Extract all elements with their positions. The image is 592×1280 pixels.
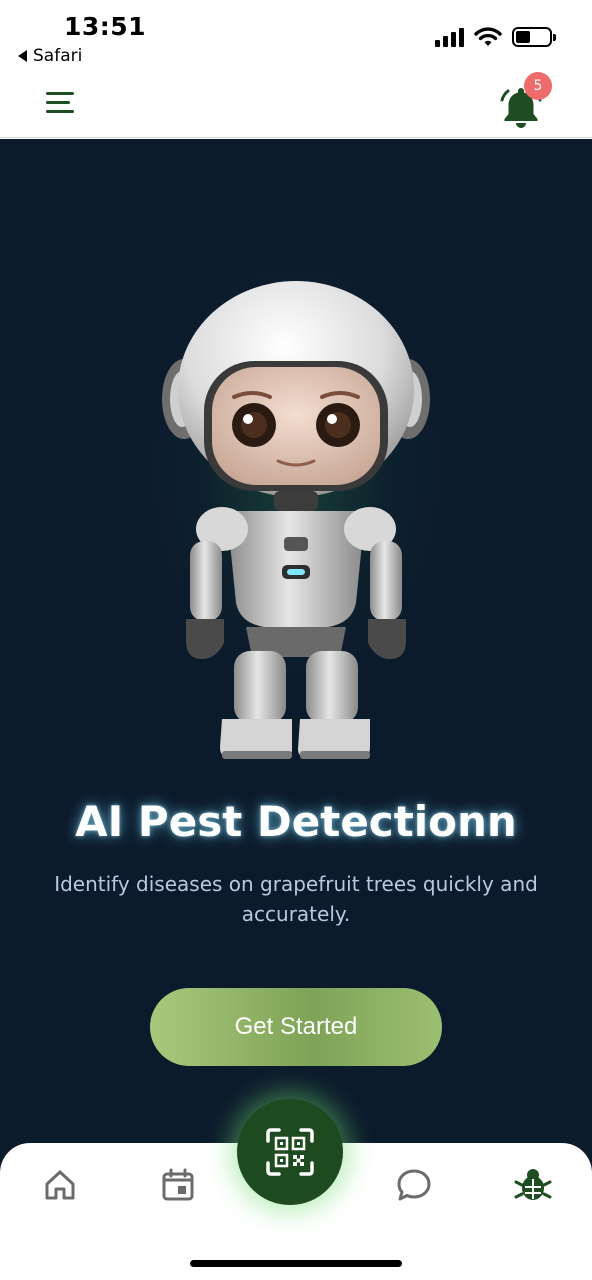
status-icons [435, 26, 556, 48]
robot-mascot-image [162, 281, 430, 759]
bug-icon [514, 1169, 552, 1200]
back-arrow-icon [18, 50, 27, 62]
home-indicator [190, 1260, 402, 1267]
scan-button[interactable] [237, 1099, 343, 1205]
back-app-label: Safari [33, 46, 83, 66]
notification-badge: 5 [524, 72, 552, 100]
wifi-icon [474, 27, 502, 46]
nav-calendar-button[interactable] [158, 1165, 198, 1205]
nav-chat-button[interactable] [394, 1165, 434, 1205]
hero-section: AI Pest Detectionn Identify diseases on … [0, 139, 592, 1179]
hero-subtitle: Identify diseases on grapefruit trees qu… [54, 872, 538, 926]
cellular-signal-icon [435, 27, 464, 47]
nav-home-button[interactable] [40, 1165, 80, 1205]
chat-bubble-icon [397, 1169, 431, 1201]
status-time: 13:51 [64, 12, 147, 41]
calendar-icon [162, 1168, 194, 1201]
menu-button[interactable] [46, 92, 78, 118]
hamburger-menu-icon [46, 92, 74, 95]
get-started-button[interactable]: Get Started [150, 988, 442, 1066]
app-header: 5 [0, 72, 592, 138]
nav-pest-button[interactable] [513, 1165, 553, 1205]
qr-scan-icon [266, 1128, 314, 1176]
battery-icon [512, 27, 556, 47]
status-bar: 13:51 Safari [0, 0, 592, 78]
back-to-safari-link[interactable]: Safari [18, 46, 82, 66]
hero-title: AI Pest Detectionn [75, 797, 517, 846]
home-icon [45, 1170, 75, 1200]
